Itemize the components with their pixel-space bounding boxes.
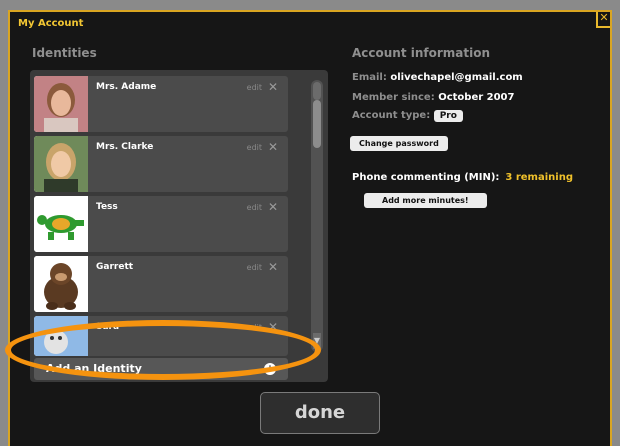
identity-name: Tess xyxy=(96,202,118,212)
delete-icon[interactable]: ✕ xyxy=(268,80,278,94)
phone-commenting-suffix: ): xyxy=(490,172,500,183)
member-since-row: Member since: October 2007 xyxy=(352,92,514,103)
account-type-label: Account type: xyxy=(352,110,431,121)
delete-icon[interactable]: ✕ xyxy=(268,260,278,274)
avatar xyxy=(34,76,88,132)
identity-item[interactable]: Mrs. Adame edit ✕ xyxy=(34,76,288,132)
phone-commenting-code: MIN xyxy=(468,172,491,183)
email-value: olivechapel@gmail.com xyxy=(390,72,523,83)
identity-name: Garrett xyxy=(96,262,134,272)
identity-item[interactable]: Mrs. Clarke edit ✕ xyxy=(34,136,288,192)
identities-heading: Identities xyxy=(32,46,97,60)
add-more-minutes-button[interactable]: Add more minutes! xyxy=(364,193,487,208)
identity-item[interactable]: Tess edit ✕ xyxy=(34,196,288,252)
email-label: Email: xyxy=(352,72,387,83)
member-since-value: October 2007 xyxy=(438,92,515,103)
identity-name: Mrs. Adame xyxy=(96,82,157,92)
account-info-heading: Account information xyxy=(352,46,491,60)
edit-link[interactable]: edit xyxy=(247,203,262,212)
member-since-label: Member since: xyxy=(352,92,435,103)
phone-commenting-row: Phone commenting (MIN): 3 remaining xyxy=(352,172,573,183)
avatar xyxy=(34,256,88,312)
avatar xyxy=(34,196,88,252)
email-row: Email: olivechapel@gmail.com xyxy=(352,72,523,83)
orange-highlight-ellipse xyxy=(5,320,321,380)
dialog-title: My Account xyxy=(18,18,84,29)
my-account-dialog: My Account ✕ Identities Mrs. Adame edit … xyxy=(8,10,612,446)
phone-commenting-prefix: Phone commenting ( xyxy=(352,172,469,183)
edit-link[interactable]: edit xyxy=(247,83,262,92)
minutes-remaining: 3 remaining xyxy=(505,172,573,183)
delete-icon[interactable]: ✕ xyxy=(268,140,278,154)
account-type-row: Account type: Pro xyxy=(352,110,463,122)
close-icon[interactable]: ✕ xyxy=(596,12,610,28)
delete-icon[interactable]: ✕ xyxy=(268,200,278,214)
change-password-button[interactable]: Change password xyxy=(350,136,448,151)
account-type-badge: Pro xyxy=(433,110,463,122)
done-button[interactable]: done xyxy=(260,392,380,434)
scrollbar-thumb[interactable] xyxy=(313,100,321,148)
identity-name: Mrs. Clarke xyxy=(96,142,154,152)
edit-link[interactable]: edit xyxy=(247,263,262,272)
edit-link[interactable]: edit xyxy=(247,143,262,152)
avatar xyxy=(34,136,88,192)
scroll-up-arrow-icon[interactable] xyxy=(313,82,321,100)
identity-item[interactable]: Garrett edit ✕ xyxy=(34,256,288,312)
